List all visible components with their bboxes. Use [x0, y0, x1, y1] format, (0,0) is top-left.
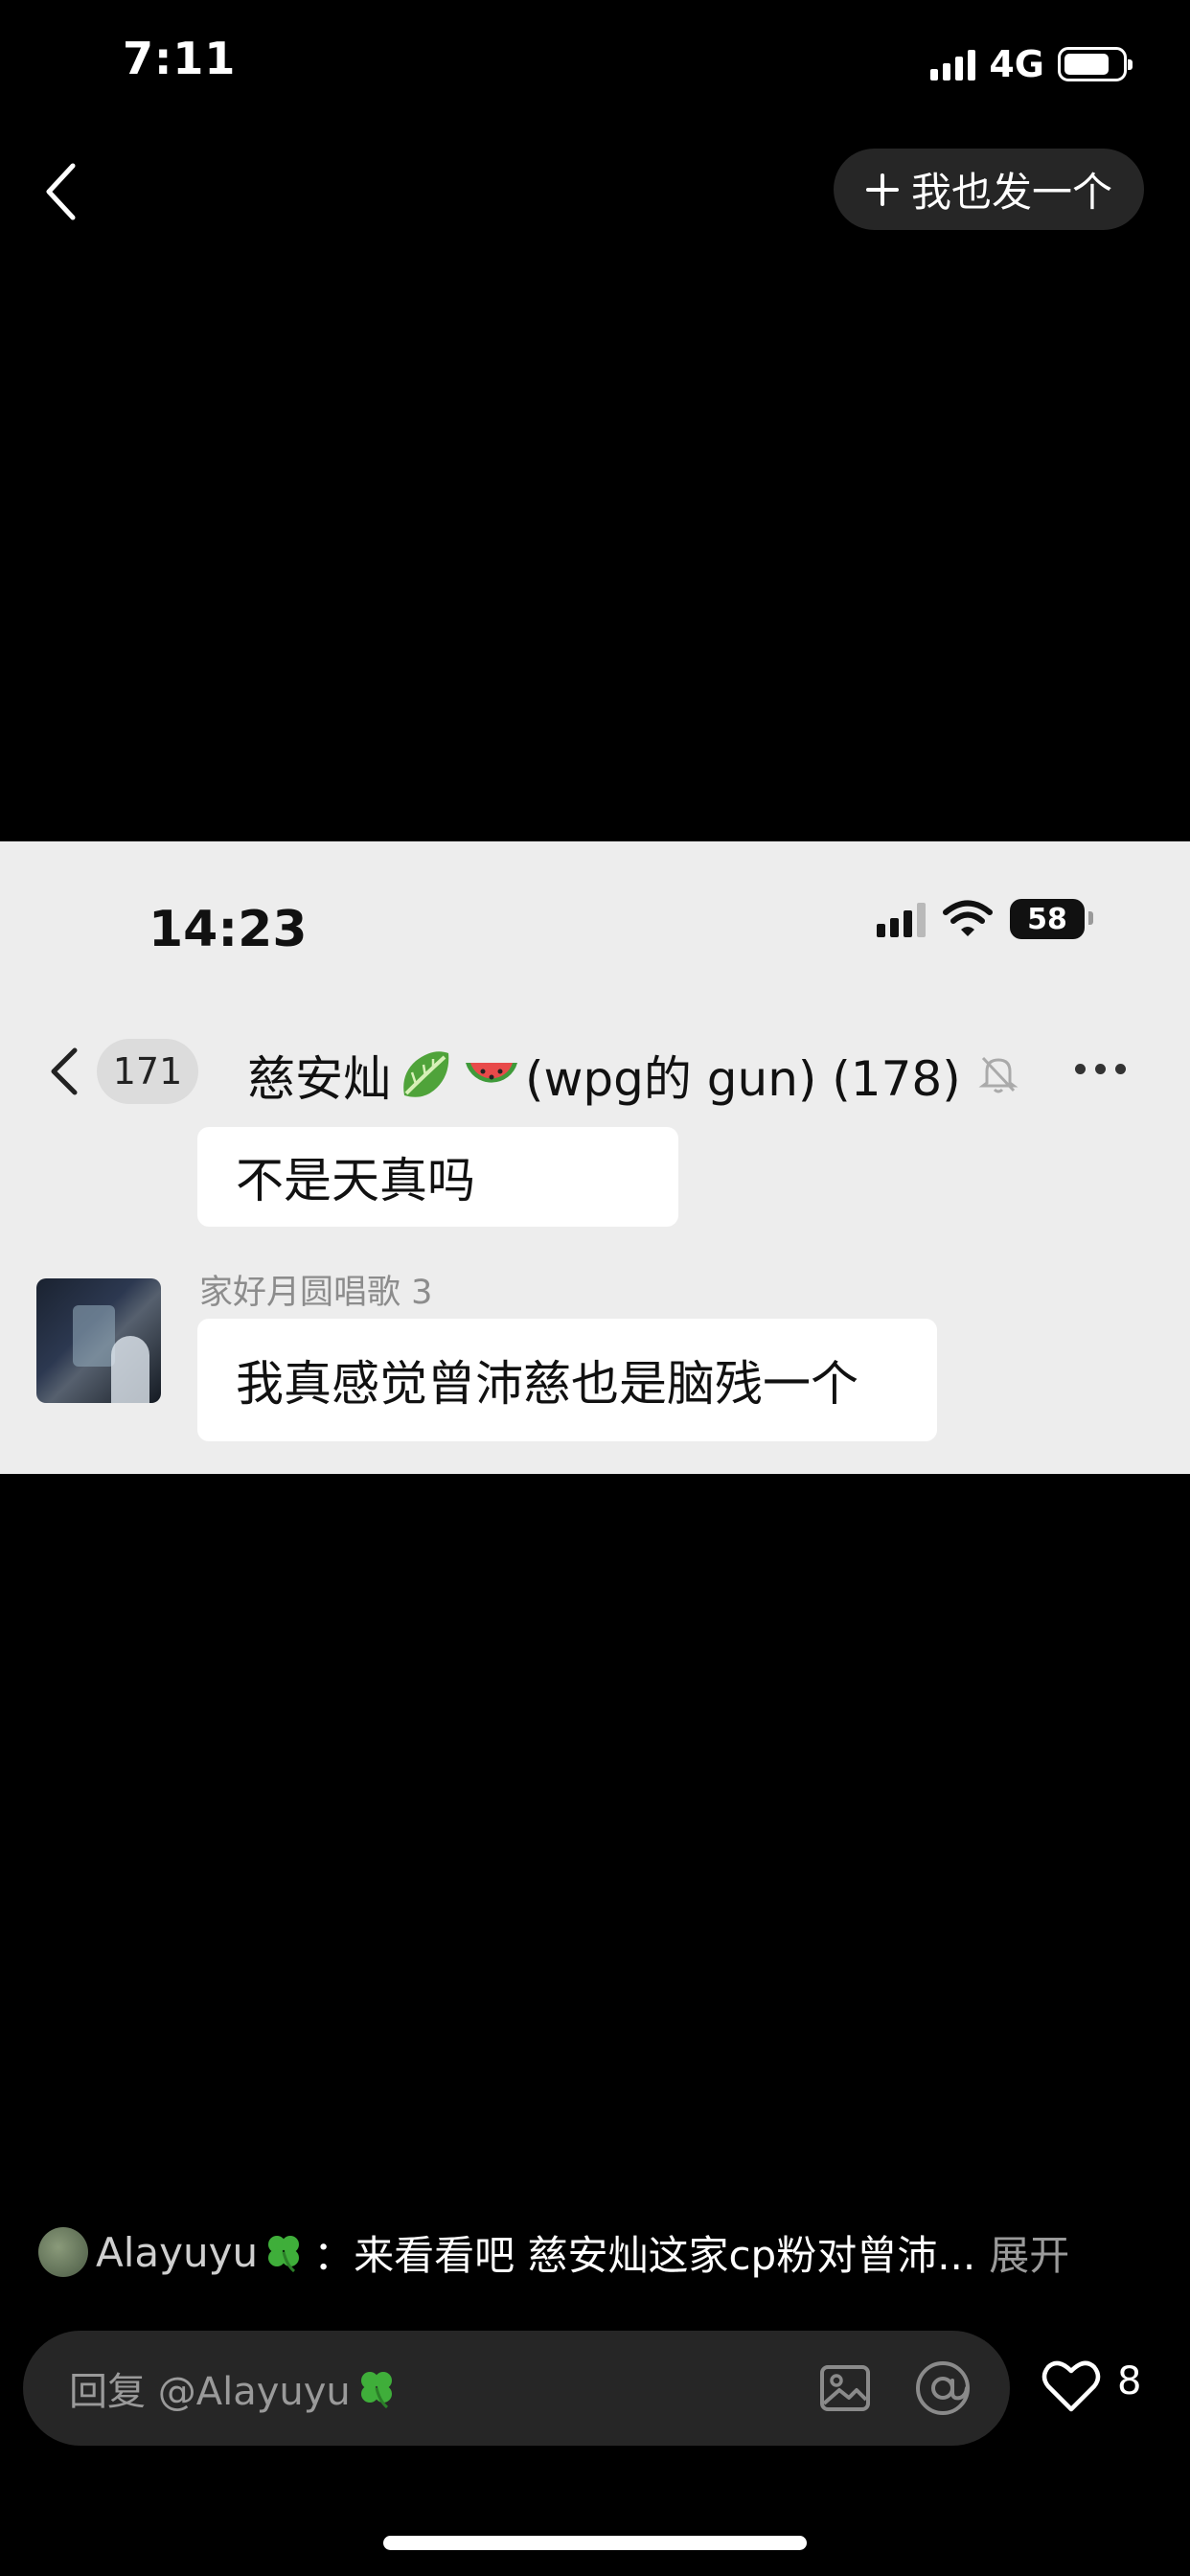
- watermelon-emoji-icon: [466, 1063, 517, 1083]
- like-count: 8: [1117, 2359, 1142, 2404]
- shared-screenshot[interactable]: 14:23 58 171 慈安灿 (wpg的 gun) (178) 不是天真吗 …: [0, 841, 1190, 1474]
- network-type: 4G: [989, 43, 1044, 85]
- post-caption[interactable]: Alayuyu ：来看看吧 慈安灿这家cp粉对曾沛... 展开: [38, 2221, 1159, 2283]
- mute-bell-icon: [978, 1056, 1018, 1093]
- author-username[interactable]: Alayuyu: [96, 2229, 258, 2276]
- caption-text: ：来看看吧 慈安灿这家cp粉对曾沛...: [313, 2231, 976, 2279]
- screenshot-status-indicators: 58: [877, 899, 1093, 939]
- more-icon[interactable]: [1075, 1064, 1126, 1074]
- image-icon[interactable]: [818, 2361, 872, 2415]
- status-indicators: 4G: [930, 42, 1133, 86]
- screenshot-battery-level: 58: [1027, 902, 1067, 936]
- reply-input[interactable]: 回复 @Alayuyu: [23, 2331, 1010, 2446]
- group-title: 慈安灿 (wpg的 gun) (178): [247, 1041, 961, 1110]
- screenshot-status-time: 14:23: [149, 901, 308, 958]
- message-bubble: 不是天真吗: [197, 1127, 678, 1227]
- post-too-label: 我也发一个: [910, 169, 1112, 216]
- reply-placeholder: 回复 @Alayuyu: [69, 2360, 402, 2416]
- back-icon: [46, 163, 76, 220]
- group-name-suffix: (wpg的 gun) (178): [525, 1051, 961, 1107]
- plus-icon: [865, 172, 899, 206]
- chat-header: 171 慈安灿 (wpg的 gun) (178): [0, 1024, 1190, 1119]
- clover-icon: [268, 2236, 300, 2273]
- status-bar: 7:11 4G: [0, 0, 1190, 134]
- lettuce-emoji-icon: [403, 1051, 449, 1097]
- back-button[interactable]: [27, 153, 94, 230]
- heart-icon[interactable]: [1041, 2358, 1102, 2415]
- screenshot-signal-icon: [877, 901, 926, 937]
- group-name-prefix: 慈安灿: [247, 1051, 391, 1107]
- message-bubble: 我真感觉曾沛慈也是脑残一个: [197, 1319, 937, 1441]
- post-too-button[interactable]: 我也发一个: [834, 149, 1144, 230]
- wifi-icon: [943, 900, 993, 936]
- at-icon[interactable]: [914, 2359, 972, 2417]
- reply-placeholder-text: 回复 @Alayuyu: [69, 2370, 351, 2414]
- author-avatar[interactable]: [38, 2227, 88, 2277]
- chat-back-icon[interactable]: [42, 1045, 84, 1098]
- screenshot-battery-icon: 58: [1010, 899, 1093, 939]
- signal-icon: [930, 48, 976, 80]
- unread-count-badge: 171: [97, 1039, 198, 1104]
- battery-icon: [1058, 47, 1133, 81]
- expand-link[interactable]: 展开: [989, 2223, 1069, 2282]
- clover-icon: [360, 2372, 392, 2409]
- avatar: [36, 1278, 161, 1403]
- message-sender-name: 家好月圆唱歌 3: [199, 1274, 433, 1312]
- status-time: 7:11: [123, 33, 237, 84]
- home-indicator[interactable]: [383, 2536, 807, 2550]
